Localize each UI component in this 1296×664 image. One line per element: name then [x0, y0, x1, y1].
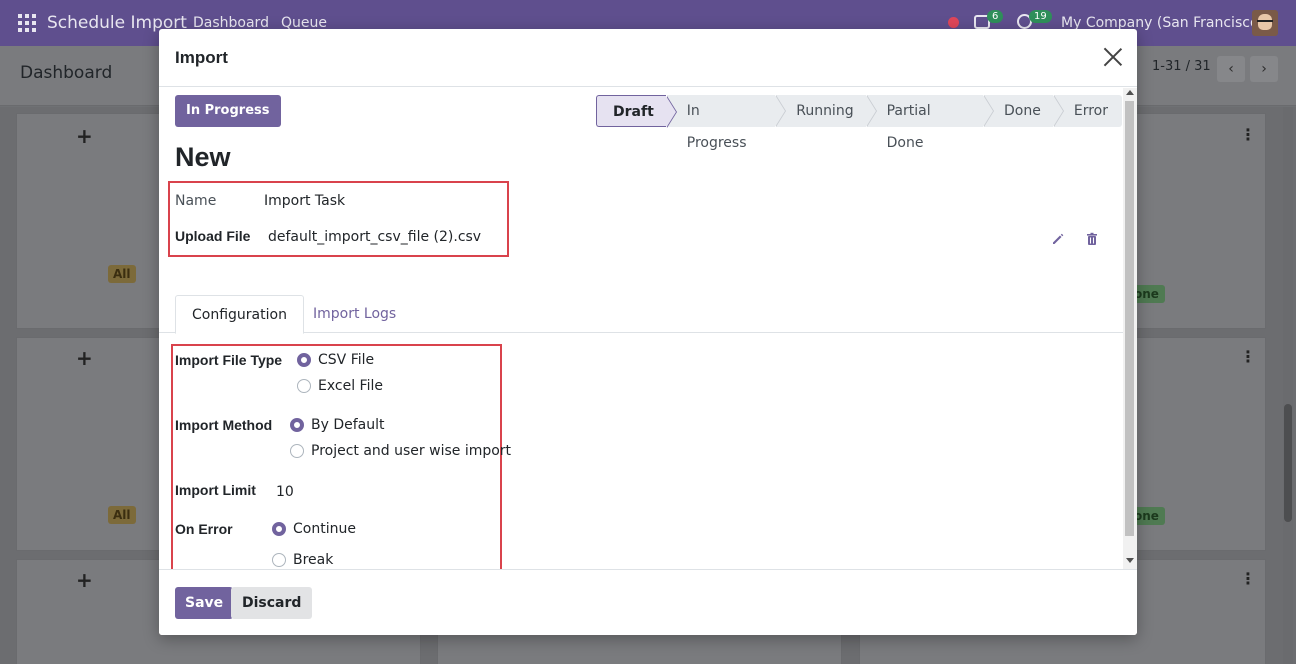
pager-next-icon[interactable]: › [1250, 56, 1278, 82]
radio-project-user-wise[interactable] [290, 444, 304, 458]
radio-label-project-user-wise[interactable]: Project and user wise import [311, 443, 511, 459]
close-icon[interactable] [1103, 47, 1123, 67]
stage-in-progress[interactable]: In Progress [666, 95, 787, 151]
filter-badge-all[interactable]: All [108, 265, 136, 283]
tab-configuration[interactable]: Configuration [175, 295, 304, 334]
breadcrumb: Dashboard [20, 63, 113, 83]
stage-error[interactable]: Error [1053, 95, 1122, 127]
notebook-tabs: Configuration Import Logs [159, 295, 1123, 334]
filter-badge-all[interactable]: All [108, 506, 136, 524]
stage-done[interactable]: Done [984, 95, 1064, 127]
radio-label-by-default[interactable]: By Default [311, 417, 385, 433]
add-icon[interactable]: + [76, 346, 93, 370]
save-button[interactable]: Save [175, 587, 234, 619]
radio-break[interactable] [272, 553, 286, 567]
trash-icon[interactable] [1085, 232, 1099, 246]
import-dialog: Import In Progress Draft In Progress Run… [159, 29, 1137, 635]
page-scrollbar-thumb[interactable] [1284, 404, 1292, 522]
radio-excel-file[interactable] [297, 379, 311, 393]
stage-draft[interactable]: Draft [596, 95, 677, 128]
dialog-footer: Save Discard [159, 569, 1137, 635]
radio-csv-file[interactable] [297, 353, 311, 367]
radio-label-break[interactable]: Break [293, 552, 333, 568]
dialog-scrollbar-thumb[interactable] [1125, 101, 1134, 536]
recording-indicator-icon[interactable] [948, 17, 959, 28]
add-icon[interactable]: + [76, 124, 93, 148]
name-label: Name [175, 193, 217, 209]
radio-label-csv-file[interactable]: CSV File [318, 352, 374, 368]
kebab-menu-icon[interactable]: ⋮ [1240, 347, 1256, 366]
stage-partial-done[interactable]: Partial Done [866, 95, 995, 151]
activity-count-badge: 19 [1029, 10, 1052, 23]
discard-button[interactable]: Discard [231, 587, 313, 619]
apps-menu-icon[interactable] [18, 14, 36, 32]
tab-import-logs[interactable]: Import Logs [297, 295, 412, 334]
pager-previous-icon[interactable]: ‹ [1217, 56, 1245, 82]
name-field[interactable]: Import Task [264, 193, 345, 209]
radio-label-continue[interactable]: Continue [293, 521, 356, 537]
chat-count-badge: 6 [987, 10, 1004, 23]
on-error-label: On Error [175, 521, 233, 537]
upload-file-name[interactable]: default_import_csv_file (2).csv [268, 229, 481, 245]
stage-running[interactable]: Running [776, 95, 878, 127]
record-title: New [175, 142, 231, 172]
scroll-down-arrow-icon[interactable] [1126, 558, 1134, 563]
in-progress-button[interactable]: In Progress [175, 95, 281, 127]
import-limit-label: Import Limit [175, 482, 256, 498]
import-file-type-label: Import File Type [175, 352, 283, 368]
page-scrollbar[interactable] [1283, 107, 1293, 664]
radio-continue[interactable] [272, 522, 286, 536]
upload-file-label: Upload File [175, 228, 251, 244]
stage-statusbar: Draft In Progress Running Partial Done D… [596, 95, 1123, 151]
radio-by-default[interactable] [290, 418, 304, 432]
dialog-title: Import [175, 48, 228, 67]
add-icon[interactable]: + [76, 568, 93, 592]
pager-value[interactable]: 1-31 / 31 [1152, 59, 1211, 74]
radio-label-excel-file[interactable]: Excel File [318, 378, 383, 394]
dialog-header: Import [159, 29, 1137, 87]
scroll-up-arrow-icon[interactable] [1126, 90, 1134, 95]
kebab-menu-icon[interactable]: ⋮ [1240, 569, 1256, 588]
kebab-menu-icon[interactable]: ⋮ [1240, 125, 1256, 144]
edit-pencil-icon[interactable] [1051, 232, 1065, 246]
user-avatar[interactable] [1252, 10, 1278, 36]
dialog-scrollbar[interactable] [1123, 88, 1137, 569]
dialog-body: In Progress Draft In Progress Running Pa… [159, 88, 1123, 569]
import-method-label: Import Method [175, 417, 273, 433]
import-limit-field[interactable]: 10 [276, 484, 294, 500]
